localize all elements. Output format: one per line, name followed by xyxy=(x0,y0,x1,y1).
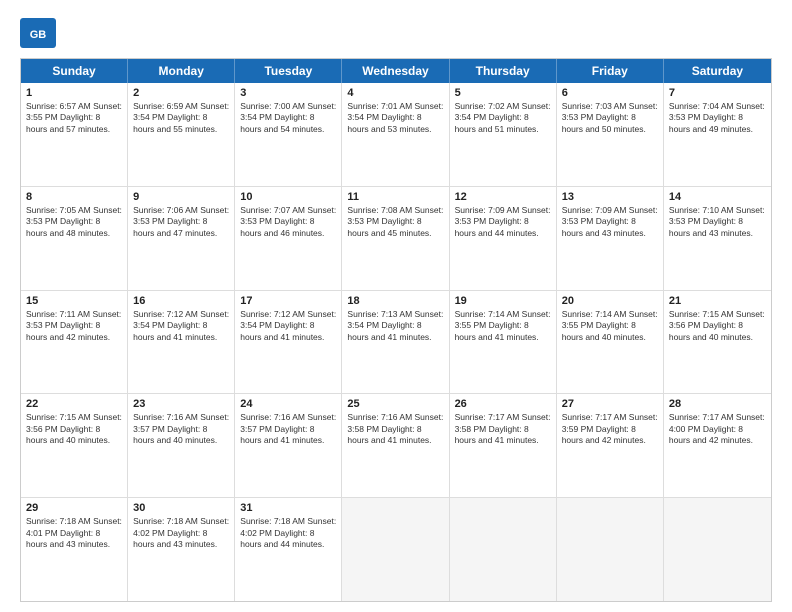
calendar-empty xyxy=(557,498,664,601)
calendar-week-5: 29Sunrise: 7:18 AM Sunset: 4:01 PM Dayli… xyxy=(21,498,771,601)
header-day-monday: Monday xyxy=(128,59,235,83)
calendar-day-8: 8Sunrise: 7:05 AM Sunset: 3:53 PM Daylig… xyxy=(21,187,128,290)
calendar-day-17: 17Sunrise: 7:12 AM Sunset: 3:54 PM Dayli… xyxy=(235,291,342,394)
calendar-empty xyxy=(342,498,449,601)
calendar-day-15: 15Sunrise: 7:11 AM Sunset: 3:53 PM Dayli… xyxy=(21,291,128,394)
logo-icon: GB xyxy=(20,18,56,48)
calendar-day-3: 3Sunrise: 7:00 AM Sunset: 3:54 PM Daylig… xyxy=(235,83,342,186)
calendar: SundayMondayTuesdayWednesdayThursdayFrid… xyxy=(20,58,772,602)
calendar-day-10: 10Sunrise: 7:07 AM Sunset: 3:53 PM Dayli… xyxy=(235,187,342,290)
calendar-day-26: 26Sunrise: 7:17 AM Sunset: 3:58 PM Dayli… xyxy=(450,394,557,497)
calendar-body: 1Sunrise: 6:57 AM Sunset: 3:55 PM Daylig… xyxy=(21,83,771,601)
calendar-day-21: 21Sunrise: 7:15 AM Sunset: 3:56 PM Dayli… xyxy=(664,291,771,394)
header-day-saturday: Saturday xyxy=(664,59,771,83)
calendar-day-30: 30Sunrise: 7:18 AM Sunset: 4:02 PM Dayli… xyxy=(128,498,235,601)
calendar-day-2: 2Sunrise: 6:59 AM Sunset: 3:54 PM Daylig… xyxy=(128,83,235,186)
calendar-day-24: 24Sunrise: 7:16 AM Sunset: 3:57 PM Dayli… xyxy=(235,394,342,497)
logo: GB xyxy=(20,18,62,48)
calendar-day-1: 1Sunrise: 6:57 AM Sunset: 3:55 PM Daylig… xyxy=(21,83,128,186)
calendar-day-19: 19Sunrise: 7:14 AM Sunset: 3:55 PM Dayli… xyxy=(450,291,557,394)
header-day-wednesday: Wednesday xyxy=(342,59,449,83)
calendar-day-18: 18Sunrise: 7:13 AM Sunset: 3:54 PM Dayli… xyxy=(342,291,449,394)
calendar-day-7: 7Sunrise: 7:04 AM Sunset: 3:53 PM Daylig… xyxy=(664,83,771,186)
calendar-day-22: 22Sunrise: 7:15 AM Sunset: 3:56 PM Dayli… xyxy=(21,394,128,497)
calendar-day-14: 14Sunrise: 7:10 AM Sunset: 3:53 PM Dayli… xyxy=(664,187,771,290)
calendar-day-31: 31Sunrise: 7:18 AM Sunset: 4:02 PM Dayli… xyxy=(235,498,342,601)
calendar-week-4: 22Sunrise: 7:15 AM Sunset: 3:56 PM Dayli… xyxy=(21,394,771,498)
calendar-day-16: 16Sunrise: 7:12 AM Sunset: 3:54 PM Dayli… xyxy=(128,291,235,394)
svg-text:GB: GB xyxy=(30,29,47,41)
calendar-day-29: 29Sunrise: 7:18 AM Sunset: 4:01 PM Dayli… xyxy=(21,498,128,601)
calendar-day-13: 13Sunrise: 7:09 AM Sunset: 3:53 PM Dayli… xyxy=(557,187,664,290)
calendar-day-25: 25Sunrise: 7:16 AM Sunset: 3:58 PM Dayli… xyxy=(342,394,449,497)
calendar-day-23: 23Sunrise: 7:16 AM Sunset: 3:57 PM Dayli… xyxy=(128,394,235,497)
header-day-tuesday: Tuesday xyxy=(235,59,342,83)
calendar-day-9: 9Sunrise: 7:06 AM Sunset: 3:53 PM Daylig… xyxy=(128,187,235,290)
calendar-empty xyxy=(664,498,771,601)
calendar-week-2: 8Sunrise: 7:05 AM Sunset: 3:53 PM Daylig… xyxy=(21,187,771,291)
calendar-day-27: 27Sunrise: 7:17 AM Sunset: 3:59 PM Dayli… xyxy=(557,394,664,497)
calendar-week-1: 1Sunrise: 6:57 AM Sunset: 3:55 PM Daylig… xyxy=(21,83,771,187)
calendar-empty xyxy=(450,498,557,601)
calendar-header: SundayMondayTuesdayWednesdayThursdayFrid… xyxy=(21,59,771,83)
calendar-day-12: 12Sunrise: 7:09 AM Sunset: 3:53 PM Dayli… xyxy=(450,187,557,290)
calendar-day-5: 5Sunrise: 7:02 AM Sunset: 3:54 PM Daylig… xyxy=(450,83,557,186)
calendar-day-4: 4Sunrise: 7:01 AM Sunset: 3:54 PM Daylig… xyxy=(342,83,449,186)
calendar-day-6: 6Sunrise: 7:03 AM Sunset: 3:53 PM Daylig… xyxy=(557,83,664,186)
header-day-friday: Friday xyxy=(557,59,664,83)
header-day-sunday: Sunday xyxy=(21,59,128,83)
page-header: GB xyxy=(20,18,772,48)
calendar-day-28: 28Sunrise: 7:17 AM Sunset: 4:00 PM Dayli… xyxy=(664,394,771,497)
header-day-thursday: Thursday xyxy=(450,59,557,83)
calendar-day-11: 11Sunrise: 7:08 AM Sunset: 3:53 PM Dayli… xyxy=(342,187,449,290)
calendar-day-20: 20Sunrise: 7:14 AM Sunset: 3:55 PM Dayli… xyxy=(557,291,664,394)
calendar-week-3: 15Sunrise: 7:11 AM Sunset: 3:53 PM Dayli… xyxy=(21,291,771,395)
